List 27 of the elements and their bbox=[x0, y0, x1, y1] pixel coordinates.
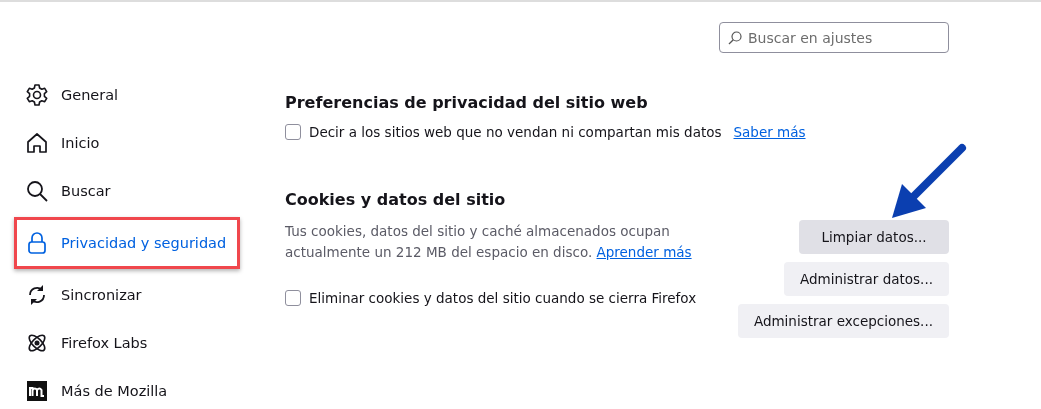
checkbox-label: Decir a los sitios web que no vendan ni compartan mis datos bbox=[309, 124, 722, 140]
checkbox[interactable] bbox=[285, 290, 301, 306]
section-heading: Preferencias de privacidad del sitio web bbox=[285, 93, 649, 112]
sidebar-item[interactable]: Sincronizar bbox=[14, 273, 240, 317]
search-icon bbox=[728, 31, 742, 45]
lock-icon bbox=[25, 231, 49, 255]
home-icon bbox=[25, 131, 49, 155]
action-button[interactable]: Administrar datos... bbox=[783, 262, 949, 296]
checkbox[interactable] bbox=[285, 124, 301, 140]
checkbox-label: Eliminar cookies y datos del sitio cuando se cierra Firefox bbox=[309, 290, 697, 306]
sidebar-item[interactable]: Firefox Labs bbox=[14, 321, 240, 365]
mozilla-m-icon bbox=[25, 379, 49, 403]
sidebar-item[interactable]: Más de Mozilla bbox=[14, 369, 240, 409]
learn-more-link[interactable]: Aprender más bbox=[596, 244, 692, 260]
sidebar-item[interactable]: Buscar bbox=[14, 169, 240, 213]
search-field[interactable]: Buscar en ajustes bbox=[719, 22, 949, 53]
exceptions-button[interactable]: Administrar excepciones... bbox=[737, 304, 949, 338]
storage-description: Tus cookies, datos del sitio y caché almacenados ocupan actualmente un 212 MB del espacio en disco. Aprender más bbox=[285, 222, 693, 262]
sidebar-item[interactable]: General bbox=[14, 73, 240, 117]
atom-icon bbox=[25, 331, 49, 355]
search-icon bbox=[25, 179, 49, 203]
section-heading: Cookies y datos del sitio bbox=[285, 190, 507, 209]
sidebar-item[interactable]: Privacidad y seguridad bbox=[14, 217, 240, 269]
learn-more-link[interactable]: Saber más bbox=[733, 124, 806, 140]
gear-icon bbox=[25, 83, 49, 107]
sidebar-item[interactable]: Inicio bbox=[14, 121, 240, 165]
action-button[interactable]: Limpiar datos... bbox=[799, 220, 949, 254]
